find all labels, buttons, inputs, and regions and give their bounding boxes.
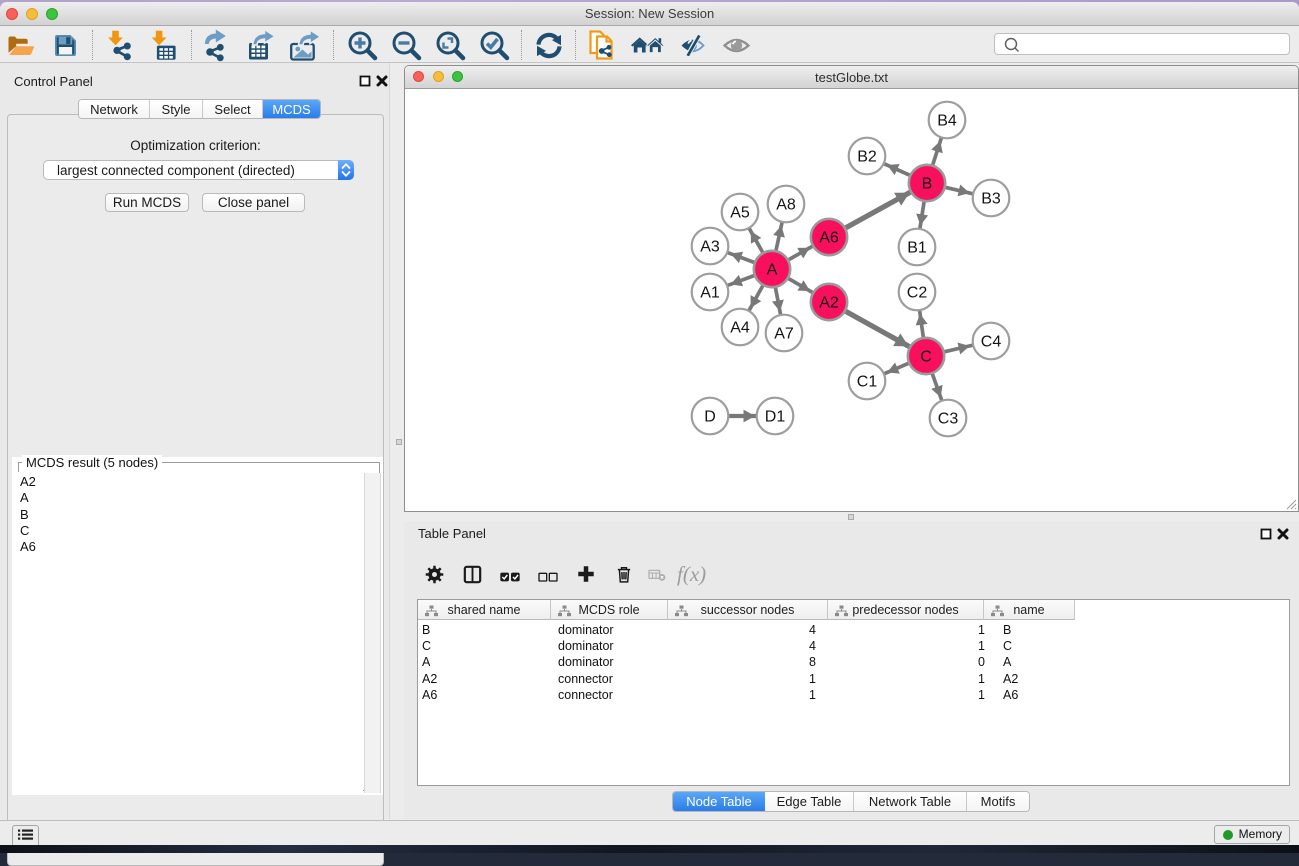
svg-text:B4: B4	[937, 113, 957, 130]
svg-text:C3: C3	[938, 411, 959, 428]
svg-text:f(x): f(x)	[677, 562, 706, 586]
svg-text:A8: A8	[776, 197, 796, 214]
svg-text:D: D	[704, 409, 716, 426]
svg-text:B: B	[922, 176, 933, 193]
svg-text:A2: A2	[819, 295, 839, 312]
svg-text:A7: A7	[774, 326, 794, 343]
svg-text:A6: A6	[819, 230, 839, 247]
svg-text:A1: A1	[700, 285, 720, 302]
svg-text:B2: B2	[857, 149, 877, 166]
svg-text:A: A	[767, 262, 778, 279]
svg-text:C1: C1	[857, 374, 878, 391]
svg-text:A4: A4	[730, 320, 750, 337]
svg-text:A5: A5	[730, 205, 750, 222]
svg-text:B1: B1	[907, 240, 927, 257]
svg-text:C2: C2	[907, 285, 928, 302]
svg-text:B3: B3	[981, 191, 1001, 208]
svg-text:A3: A3	[700, 239, 720, 256]
svg-text:C: C	[920, 349, 932, 366]
svg-text:D1: D1	[765, 409, 786, 426]
svg-text:C4: C4	[981, 334, 1002, 351]
